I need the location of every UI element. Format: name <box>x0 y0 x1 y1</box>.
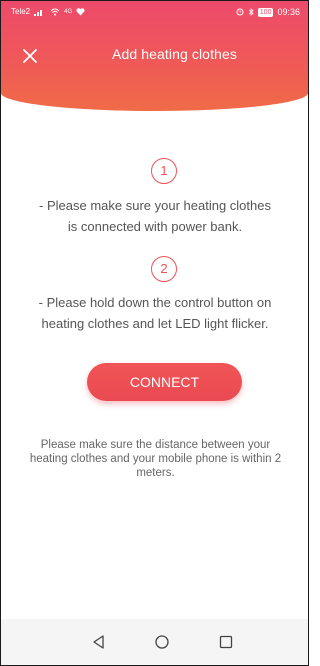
alarm-icon <box>236 8 244 16</box>
step-2-line-2: heating clothes and let LED light flicke… <box>41 316 269 331</box>
nav-home-button[interactable] <box>152 632 172 652</box>
step-2-text: - Please hold down the control button on… <box>5 292 305 334</box>
step-2-number: 2 <box>151 256 177 282</box>
clock: 09:36 <box>277 7 300 17</box>
nav-recents-button[interactable] <box>216 632 236 652</box>
network-label: 4G <box>64 8 73 15</box>
heart-icon <box>76 7 85 15</box>
close-icon <box>23 49 37 63</box>
step-1-number: 1 <box>151 158 177 184</box>
nav-back-button[interactable] <box>89 632 109 652</box>
connect-button[interactable]: CONNECT <box>87 363 242 401</box>
status-left: Tele2 4G <box>11 7 85 16</box>
header: Tele2 4G 100 09:36 Add heating clothes <box>1 1 308 111</box>
page-title: Add heating clothes <box>112 46 237 62</box>
step-1-line-2: is connected with power bank. <box>67 219 243 234</box>
status-right: 100 09:36 <box>236 7 300 17</box>
step-1-text: - Please make sure your heating clothes … <box>5 195 305 237</box>
distance-note-line-2: heating clothes and your mobile phone is… <box>29 453 282 465</box>
status-bar: Tele2 4G 100 09:36 <box>1 1 308 21</box>
step-2-line-1: - Please hold down the control button on <box>38 295 272 310</box>
recents-square-icon <box>219 635 233 649</box>
back-triangle-icon <box>93 635 104 649</box>
battery-indicator: 100 <box>257 7 274 17</box>
app-screen: Tele2 4G 100 09:36 Add heating clothes 1… <box>0 0 309 666</box>
distance-note-line-1: Please make sure the distance between yo… <box>40 439 271 451</box>
signal-icon <box>34 9 43 16</box>
wifi-icon <box>50 8 60 15</box>
distance-note-line-3: meters. <box>136 467 175 479</box>
home-circle-icon <box>155 635 169 649</box>
close-button[interactable] <box>19 45 41 67</box>
distance-note: Please make sure the distance between yo… <box>1 438 308 480</box>
carrier-label: Tele2 <box>11 7 31 16</box>
step-1-line-1: - Please make sure your heating clothes <box>39 198 271 213</box>
bluetooth-icon <box>248 8 254 16</box>
system-navbar <box>1 619 308 665</box>
